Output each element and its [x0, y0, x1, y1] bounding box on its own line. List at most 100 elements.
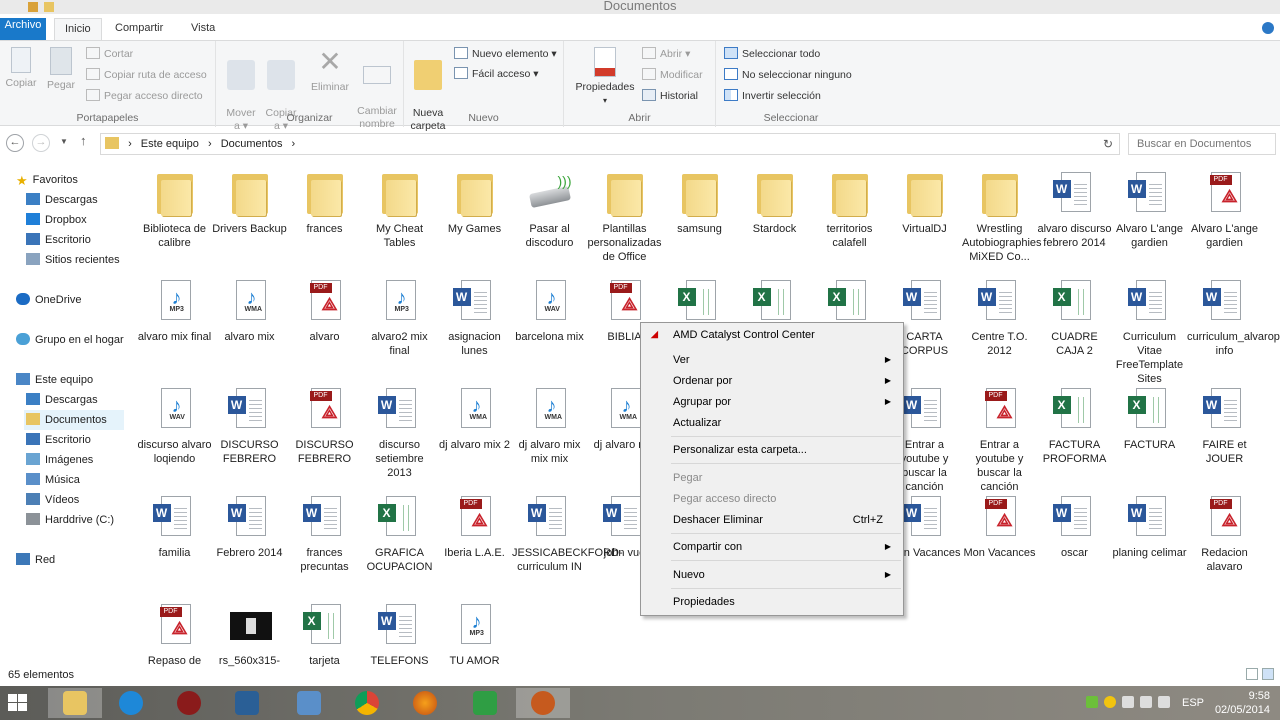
search-input[interactable] [1128, 133, 1276, 155]
file-item[interactable]: Wrestling Autobiographies MiXED Co... [962, 164, 1042, 264]
up-arrow-icon[interactable]: ↑ [80, 133, 87, 148]
file-item[interactable]: PDF ⟁ DISCURSO FEBRERO [287, 380, 362, 466]
taskbar-gamepad[interactable] [516, 688, 570, 718]
cut-button[interactable]: Cortar [86, 45, 133, 63]
clock[interactable]: 9:58 02/05/2014 [1215, 689, 1270, 717]
file-item[interactable]: Plantillas personalizadas de Office [587, 164, 662, 264]
file-item[interactable]: W Febrero 2014 [212, 488, 287, 560]
nav-homegroup[interactable]: Grupo en el hogar [16, 330, 124, 350]
file-item[interactable]: Wasignacion lunes [437, 272, 512, 358]
nav-pc-music[interactable]: Música [26, 470, 80, 490]
back-button[interactable]: ← [6, 134, 24, 152]
menu-item-paste-shortcut[interactable]: Pegar acceso directo [673, 489, 891, 509]
paste-button[interactable]: Pegar [44, 45, 78, 92]
file-item[interactable]: PDF ⟁ Mon Vacances [962, 488, 1037, 560]
file-item[interactable]: frances [287, 164, 362, 236]
nav-pc-images[interactable]: Imágenes [26, 450, 93, 470]
file-item[interactable]: rs_560x315- [212, 596, 287, 668]
taskbar-app[interactable] [162, 688, 216, 718]
file-item[interactable]: PDF ⟁ Entrar a youtube y buscar la canción [962, 380, 1037, 494]
taskbar-messenger[interactable] [282, 688, 336, 718]
file-item[interactable]: VirtualDJ [887, 164, 962, 236]
menu-item-view[interactable]: Ver ▶ [673, 350, 891, 370]
copy-button[interactable]: Copiar [4, 45, 38, 90]
nav-favorites[interactable]: ★ Favoritos [16, 170, 78, 190]
address-bar[interactable]: › Este equipo › Documentos › ↻ [100, 133, 1120, 155]
start-button[interactable] [8, 694, 28, 712]
file-item[interactable]: PDF ⟁ Repaso de [137, 596, 212, 668]
maximize-button[interactable] [1232, 0, 1256, 12]
file-item[interactable]: W Alvaro L'ange gardien [1112, 164, 1187, 250]
details-view-icon[interactable] [1246, 668, 1258, 680]
file-item[interactable]: samsung [662, 164, 737, 236]
nav-recent[interactable]: Sitios recientes [26, 250, 120, 270]
large-icons-view-icon[interactable] [1262, 668, 1274, 680]
tab-view[interactable]: Vista [181, 18, 225, 40]
file-item[interactable]: Woscar [1037, 488, 1112, 560]
tray-app-icon[interactable] [1086, 696, 1098, 708]
nav-downloads[interactable]: Descargas [26, 190, 98, 210]
tab-home[interactable]: Inicio [54, 18, 102, 40]
nav-pc-videos[interactable]: Vídeos [26, 490, 79, 510]
select-none-button[interactable]: No seleccionar ninguno [724, 66, 852, 84]
tray-battery-icon[interactable] [1122, 696, 1134, 708]
easy-access-button[interactable]: Fácil acceso ▾ [454, 65, 539, 83]
menu-item-refresh[interactable]: Actualizar [673, 413, 891, 433]
file-item[interactable]: Walvaro discurso febrero 2014 [1037, 164, 1112, 250]
menu-item-amd[interactable]: AMD Catalyst Control Center [673, 325, 891, 345]
file-item[interactable]: X GRAFICA OCUPACION [362, 488, 437, 574]
nav-pc-documents[interactable]: Documentos [24, 410, 124, 430]
menu-item-properties[interactable]: Propiedades [673, 592, 891, 612]
file-item[interactable]: PDF ⟁ Alvaro L'ange gardien [1187, 164, 1262, 250]
nav-network[interactable]: Red [16, 550, 55, 570]
breadcrumb-documents[interactable]: Documentos [221, 138, 283, 150]
taskbar-ie[interactable] [104, 688, 158, 718]
refresh-icon[interactable]: ↻ [1103, 137, 1113, 151]
file-item[interactable]: Xtarjeta [287, 596, 362, 668]
select-all-button[interactable]: Seleccionar todo [724, 45, 820, 63]
file-item[interactable]: Wfamilia [137, 488, 212, 560]
breadcrumb-this-pc[interactable]: Este equipo [141, 138, 199, 150]
paste-shortcut-button[interactable]: Pegar acceso directo [86, 87, 203, 105]
file-item[interactable]: Stardock [737, 164, 812, 236]
taskbar-chrome[interactable] [340, 688, 394, 718]
file-item[interactable]: territorios calafell [812, 164, 887, 250]
open-button[interactable]: Abrir ▾ [642, 45, 690, 63]
file-item[interactable]: ♪ MP3 TU AMOR [437, 596, 512, 668]
history-button[interactable]: Historial [642, 87, 698, 105]
edit-button[interactable]: Modificar [642, 66, 703, 84]
file-item[interactable]: Wplaning celimar [1112, 488, 1187, 560]
properties-button[interactable]: Propiedades ▾ [572, 45, 638, 107]
file-item[interactable]: W DISCURSO FEBRERO [212, 380, 287, 466]
tray-norton-icon[interactable] [1104, 696, 1116, 708]
menu-item-group-by[interactable]: Agrupar por ▶ [673, 392, 891, 412]
file-item[interactable]: ))) Pasar al discoduro [512, 164, 587, 250]
menu-item-new[interactable]: Nuevo ▶ [673, 565, 891, 585]
tray-network-icon[interactable] [1140, 696, 1152, 708]
taskbar-firefox[interactable] [398, 688, 452, 718]
copy-path-button[interactable]: Copiar ruta de acceso [86, 66, 207, 84]
nav-this-pc[interactable]: Este equipo [16, 370, 93, 390]
taskbar-remote[interactable] [220, 688, 274, 718]
taskbar-store[interactable] [458, 688, 512, 718]
menu-item-sort-by[interactable]: Ordenar por ▶ [673, 371, 891, 391]
file-item[interactable]: ♪ WMA dj alvaro mix 2 [437, 380, 512, 452]
file-item[interactable]: Biblioteca de calibre [137, 164, 212, 250]
help-icon[interactable] [1262, 22, 1274, 34]
file-item[interactable]: ♪ MP3 alvaro mix final [137, 272, 212, 344]
file-item[interactable]: ♪ WMA dj alvaro mix mix mix [512, 380, 587, 466]
file-item[interactable]: ♪ WAV barcelona mix [512, 272, 587, 344]
file-item[interactable]: PDF ⟁ Iberia L.A.E. [437, 488, 512, 560]
close-button[interactable] [1256, 0, 1280, 12]
delete-button[interactable]: ✕ Eliminar [308, 45, 352, 94]
language-indicator[interactable]: ESP [1182, 697, 1204, 709]
file-item[interactable]: X FACTURA PROFORMA [1037, 380, 1112, 466]
file-item[interactable]: My Cheat Tables [362, 164, 437, 250]
file-item[interactable]: W JESSICABECKFORD-curriculum IN [512, 488, 623, 574]
file-item[interactable]: X FACTURA [1112, 380, 1187, 452]
file-item[interactable]: ♪ WMA alvaro mix [212, 272, 287, 344]
nav-onedrive[interactable]: OneDrive [16, 290, 81, 310]
file-item[interactable]: W Centre T.O. 2012 [962, 272, 1037, 358]
new-item-button[interactable]: Nuevo elemento ▾ [454, 45, 557, 63]
menu-item-customize[interactable]: Personalizar esta carpeta... [673, 440, 891, 460]
